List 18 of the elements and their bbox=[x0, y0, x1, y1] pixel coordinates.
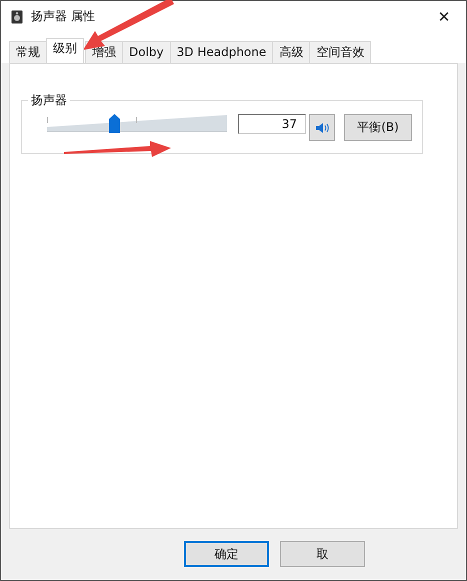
volume-slider[interactable] bbox=[47, 111, 227, 135]
speaker-icon bbox=[11, 10, 23, 24]
mute-button[interactable] bbox=[309, 114, 335, 141]
volume-field[interactable]: 37 bbox=[238, 114, 306, 134]
tab[interactable]: 常规 bbox=[9, 41, 47, 63]
tab[interactable]: Dolby bbox=[122, 41, 171, 63]
tab[interactable]: 空间音效 bbox=[309, 41, 372, 63]
tab[interactable]: 3D Headphone bbox=[170, 41, 274, 63]
close-button[interactable]: ✕ bbox=[422, 1, 466, 32]
slider-thumb[interactable] bbox=[108, 114, 120, 133]
balance-button[interactable]: 平衡(B) bbox=[344, 114, 412, 141]
tab[interactable]: 高级 bbox=[272, 41, 310, 63]
dialog-button[interactable]: 取 bbox=[280, 541, 365, 567]
speaker-icon bbox=[315, 122, 329, 134]
dialog-button[interactable]: 确定 bbox=[184, 541, 269, 567]
window-title: 扬声器 属性 bbox=[31, 8, 95, 25]
group-title: 扬声器 bbox=[28, 92, 70, 108]
tab[interactable]: 级别 bbox=[46, 38, 84, 63]
